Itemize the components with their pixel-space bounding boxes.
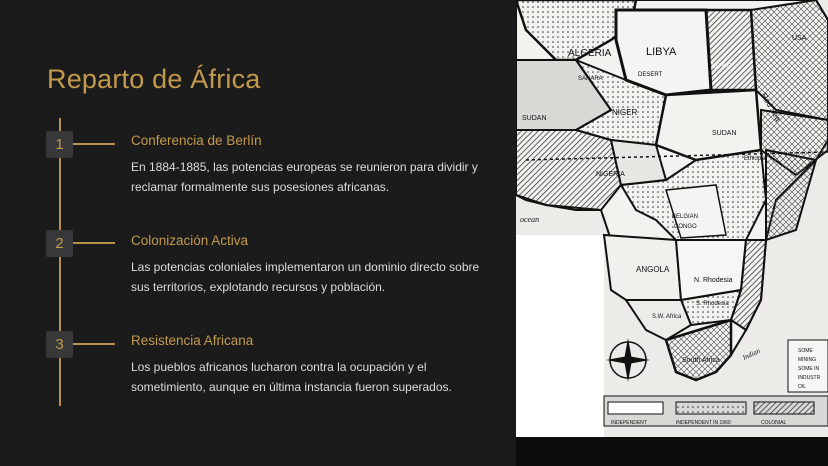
- step-connector: [73, 143, 115, 145]
- map-label-usa: USA: [792, 35, 807, 42]
- map-label-nigeria: NIGERIA: [596, 171, 625, 178]
- resource-legend-item: SOME IN: [798, 366, 820, 372]
- map-label-desert: DESERT: [638, 72, 663, 78]
- map-label-angola: ANGOLA: [636, 265, 670, 274]
- step-heading: Colonización Activa: [131, 233, 249, 248]
- map-label-niger: NIGER: [612, 108, 638, 117]
- map-label-algeria: ALGERIA: [568, 48, 612, 59]
- resource-legend-item: OIL: [798, 384, 806, 390]
- map-bottom-strip: [516, 437, 828, 466]
- legend-independent-1960: INDEPENDENT IN 1960: [676, 420, 731, 426]
- step-heading: Conferencia de Berlín: [131, 133, 262, 148]
- map-label-sudan-west: SUDAN: [522, 115, 547, 122]
- slide-content: Reparto de África 1 Conferencia de Berlí…: [0, 0, 516, 466]
- legend-colonial: COLONIAL: [761, 420, 787, 426]
- map-label-sahara: SAHARA: [578, 76, 603, 82]
- step-body: Las potencias coloniales implementaron u…: [131, 260, 480, 294]
- step-number-badge: 1: [46, 131, 73, 158]
- timeline-line: [59, 118, 61, 406]
- step-body: Los pueblos africanos lucharon contra la…: [131, 360, 452, 394]
- map-label-south-africa: South Africa: [682, 357, 720, 364]
- step-heading: Resistencia Africana: [131, 333, 254, 348]
- step-body: En 1884-1885, las potencias europeas se …: [131, 160, 478, 194]
- step-number-badge: 2: [46, 230, 73, 257]
- map-label-n-rhodesia: N. Rhodesia: [694, 277, 733, 284]
- africa-map-drawing: ALGERIA SAHARA LIBYA DESERT EGYPT Red Se…: [516, 0, 828, 437]
- step-number-badge: 3: [46, 331, 73, 358]
- map-label-egypt: EGYPT: [712, 64, 733, 70]
- map-label-sw-africa: S.W. Africa: [652, 314, 682, 320]
- africa-colonial-map-image: ALGERIA SAHARA LIBYA DESERT EGYPT Red Se…: [516, 0, 828, 437]
- map-label-libya: LIBYA: [646, 46, 677, 58]
- map-label-ocean: ocean: [520, 215, 539, 224]
- map-label-sudan: SUDAN: [712, 130, 737, 137]
- slide-title: Reparto de África: [47, 64, 261, 94]
- map-label-s-rhodesia: S. Rhodesia: [696, 301, 729, 307]
- resource-legend-item: INDUSTR: [798, 375, 821, 381]
- step-connector: [73, 343, 115, 345]
- map-label-ethiopia: Ethiopia: [744, 156, 766, 162]
- legend-independent: INDEPENDENT: [611, 420, 647, 426]
- map-label-belgian: BELGIAN: [672, 214, 698, 220]
- resource-legend-item: SOME: [798, 348, 813, 354]
- map-label-congo: CONGO: [674, 224, 697, 230]
- step-connector: [73, 242, 115, 244]
- resource-legend-item: MINING: [798, 357, 816, 363]
